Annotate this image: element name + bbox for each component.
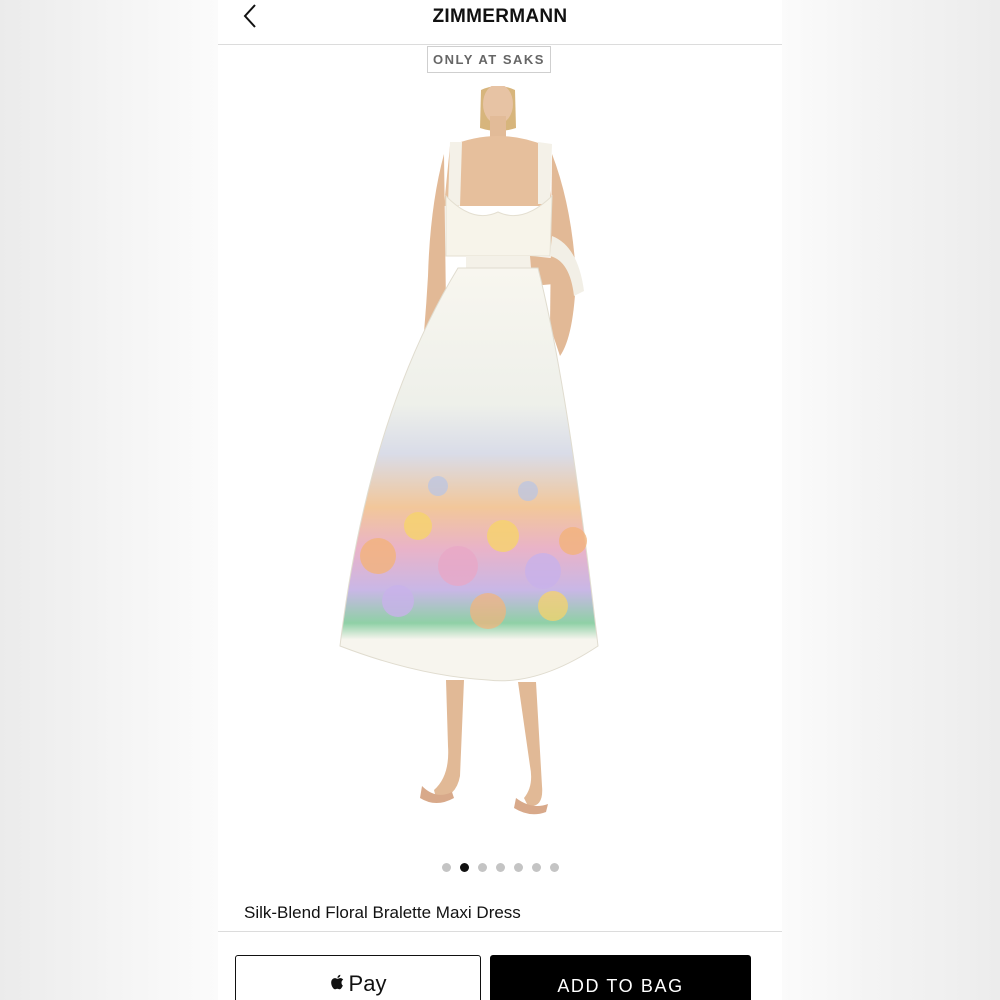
pagination-dot-active[interactable] [459, 863, 469, 872]
top-nav-bar: ZIMMERMANN [218, 0, 782, 45]
product-title: Silk-Blend Floral Bralette Maxi Dress [244, 903, 521, 922]
add-to-bag-label: ADD TO BAG [557, 976, 684, 996]
pagination-dot[interactable] [513, 863, 523, 872]
product-image[interactable] [338, 86, 668, 826]
pagination-dot[interactable] [441, 863, 451, 872]
pagination-dot[interactable] [495, 863, 505, 872]
apple-icon [330, 974, 343, 990]
brand-title[interactable]: ZIMMERMANN [218, 6, 782, 28]
product-page: ZIMMERMANN ONLY AT SAKS Silk-Blend Flora… [218, 0, 782, 1000]
pagination-dot[interactable] [531, 863, 541, 872]
blurred-background-left [0, 0, 218, 1000]
blurred-background-right [782, 0, 1000, 1000]
add-to-bag-button[interactable]: ADD TO BAG [490, 955, 751, 1000]
pagination-dot[interactable] [477, 863, 487, 872]
pagination-dot[interactable] [549, 863, 559, 872]
divider [218, 931, 782, 932]
apple-pay-button[interactable]: Pay [235, 955, 481, 1000]
apple-pay-label: Pay [348, 971, 387, 996]
exclusive-badge: ONLY AT SAKS [427, 46, 551, 73]
image-pagination [218, 863, 782, 873]
